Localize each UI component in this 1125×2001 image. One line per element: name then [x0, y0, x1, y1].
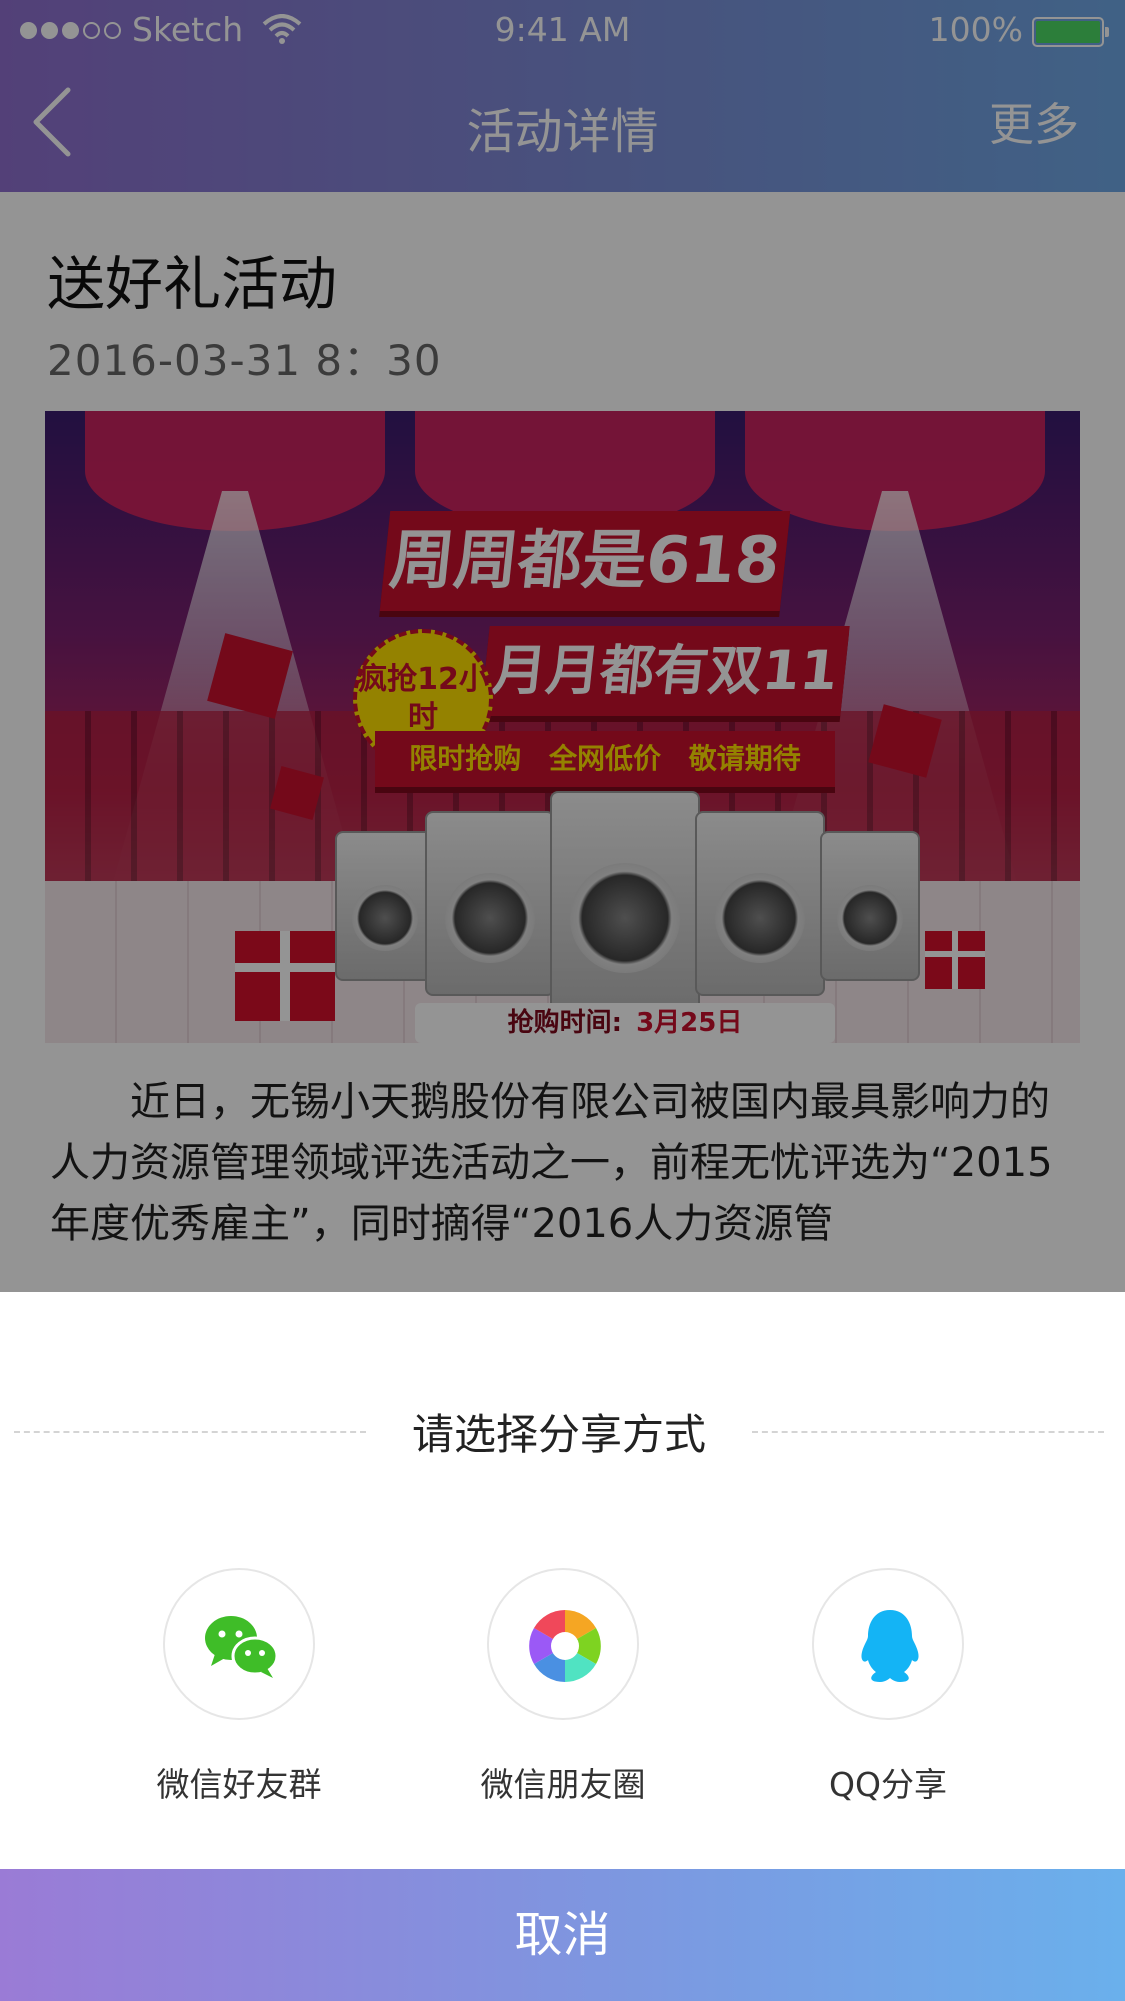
share-moments-button[interactable]: 微信朋友圈	[433, 1568, 693, 1828]
share-qq-label: QQ分享	[829, 1765, 947, 1804]
share-sheet-header: 请选择分享方式	[14, 1397, 1104, 1467]
share-icon-circle	[163, 1568, 315, 1720]
cancel-button[interactable]: 取消	[0, 1869, 1125, 2001]
share-qq-button[interactable]: QQ分享	[758, 1568, 1018, 1828]
share-icon-circle	[812, 1568, 964, 1720]
moments-icon	[529, 1610, 601, 1682]
qq-icon	[861, 1610, 919, 1682]
dim-overlay[interactable]	[0, 0, 1125, 1292]
wechat-icon	[205, 1616, 279, 1678]
share-wechat-label: 微信好友群	[156, 1765, 322, 1804]
share-icon-circle	[487, 1568, 639, 1720]
dashed-divider	[752, 1431, 1104, 1433]
share-moments-label: 微信朋友圈	[480, 1765, 646, 1804]
share-wechat-button[interactable]: 微信好友群	[109, 1568, 369, 1828]
